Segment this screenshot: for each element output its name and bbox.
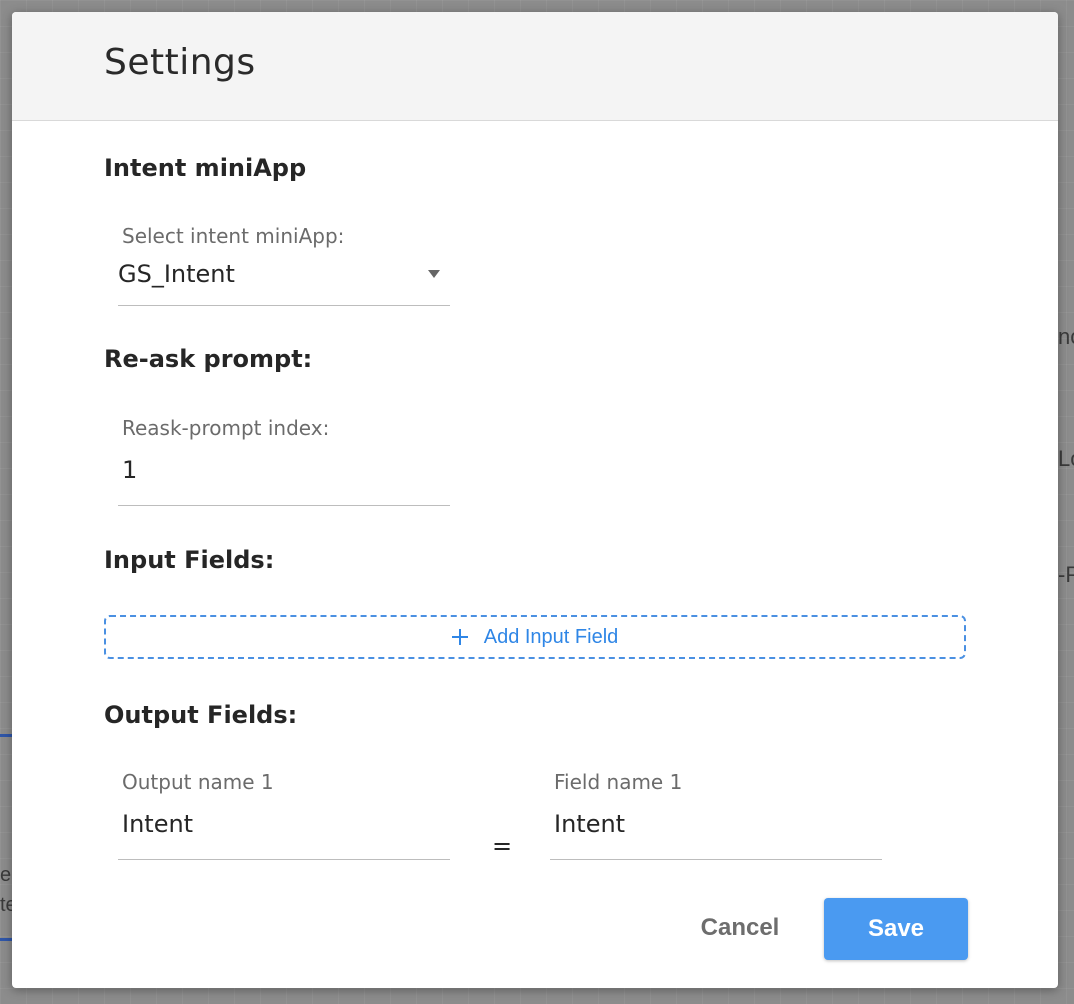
field-name-value: Intent bbox=[554, 810, 626, 838]
field-name-underline bbox=[550, 859, 882, 860]
input-fields-section-title: Input Fields: bbox=[104, 546, 275, 574]
background-text-fragment: nc bbox=[1058, 324, 1074, 349]
background-text-fragment: e bbox=[0, 864, 12, 886]
reask-index-input[interactable]: 1 bbox=[118, 448, 450, 506]
dialog-title: Settings bbox=[104, 42, 256, 83]
field-name-input[interactable]: Intent bbox=[550, 802, 882, 860]
add-input-field-label: Add Input Field bbox=[483, 625, 619, 648]
reask-section-title: Re-ask prompt: bbox=[104, 345, 313, 373]
output-name-label: Output name 1 bbox=[122, 770, 274, 794]
reask-index-underline bbox=[118, 505, 450, 506]
equals-sign: = bbox=[492, 832, 513, 860]
dialog-header: Settings bbox=[12, 12, 1058, 121]
reask-index-label: Reask-prompt index: bbox=[122, 416, 330, 440]
intent-section-title: Intent miniApp bbox=[104, 154, 307, 182]
output-fields-section-title: Output Fields: bbox=[104, 701, 298, 729]
output-name-value: Intent bbox=[122, 810, 194, 838]
add-input-field-button[interactable]: Add Input Field bbox=[104, 615, 966, 659]
caret-down-icon bbox=[428, 270, 440, 278]
intent-select-label: Select intent miniApp: bbox=[122, 224, 345, 248]
intent-miniapp-select[interactable]: GS_Intent bbox=[118, 252, 450, 306]
plus-icon bbox=[451, 629, 468, 645]
field-name-label: Field name 1 bbox=[554, 770, 683, 794]
background-divider bbox=[0, 734, 12, 737]
save-button[interactable]: Save bbox=[824, 898, 968, 960]
cancel-button[interactable]: Cancel bbox=[680, 898, 800, 958]
settings-dialog: Settings Intent miniApp Select intent mi… bbox=[12, 12, 1058, 988]
output-name-underline bbox=[118, 859, 450, 860]
reask-index-value: 1 bbox=[122, 456, 138, 484]
intent-select-underline bbox=[118, 305, 450, 306]
background-text-fragment: Lo bbox=[1058, 446, 1074, 471]
background-text-fragment: -P bbox=[1058, 562, 1074, 587]
output-name-input[interactable]: Intent bbox=[118, 802, 450, 860]
intent-select-value: GS_Intent bbox=[118, 260, 235, 288]
background-divider bbox=[0, 938, 12, 941]
